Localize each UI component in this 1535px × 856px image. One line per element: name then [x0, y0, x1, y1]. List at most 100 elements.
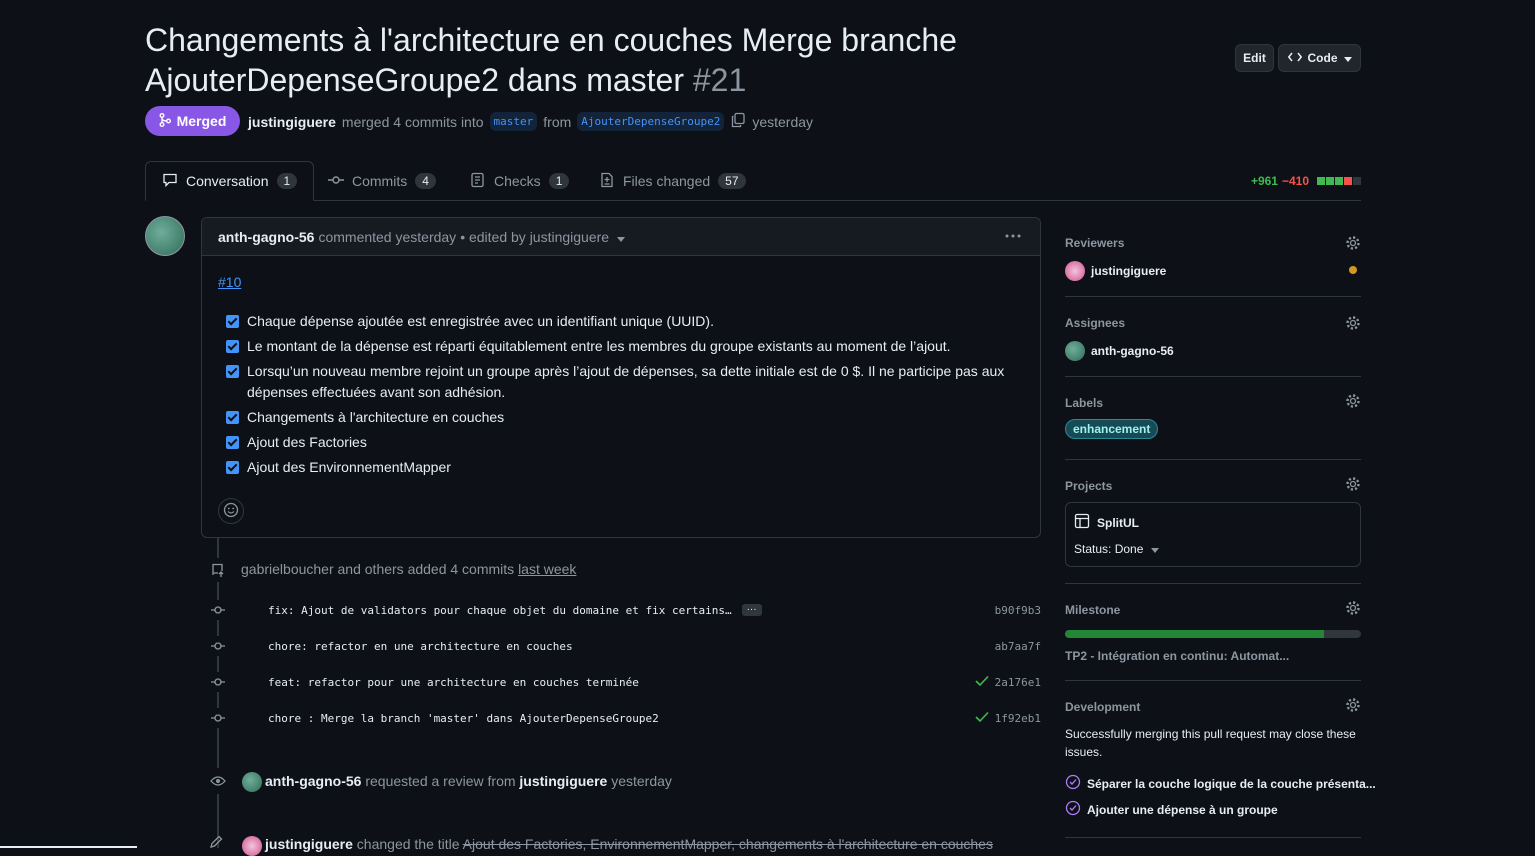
commit-row: feat: refactor pour une architecture en …	[208, 670, 1041, 694]
task-text: Ajout des Factories	[247, 434, 367, 450]
avatar[interactable]	[242, 836, 262, 856]
commit-row: fix: Ajout de validators pour chaque obj…	[208, 598, 1041, 622]
issue-link[interactable]: #10	[218, 274, 241, 290]
milestone-name[interactable]: TP2 - Intégration en continu: Automat...	[1065, 649, 1289, 663]
tab-checks[interactable]: Checks 1	[454, 161, 585, 201]
diffstat-blocks	[1316, 174, 1361, 188]
task-checkbox[interactable]	[226, 436, 239, 449]
task-item: Ajout des EnvironnementMapper	[226, 457, 1016, 478]
projects-heading[interactable]: Projects	[1065, 479, 1112, 493]
project-status-dropdown[interactable]: Status: Done	[1074, 542, 1160, 556]
gear-icon[interactable]	[1345, 315, 1361, 331]
task-checkbox[interactable]	[226, 365, 239, 378]
milestone-heading[interactable]: Milestone	[1065, 603, 1120, 617]
commit-sha-text: b90f9b3	[994, 603, 1041, 617]
base-branch[interactable]: master	[489, 112, 538, 131]
commit-sha[interactable]: 2a176e1	[975, 675, 1041, 690]
comment-author-avatar[interactable]	[145, 216, 185, 256]
commit-icon	[208, 672, 228, 692]
tab-conversation[interactable]: Conversation 1	[145, 161, 315, 201]
milestone-progress-bar	[1065, 630, 1361, 638]
commits-author[interactable]: gabrielboucher	[241, 561, 334, 577]
commit-message[interactable]: fix: Ajout de validators pour chaque obj…	[268, 604, 732, 617]
merged-badge: Merged	[145, 106, 240, 136]
comment-author[interactable]: anth-gagno-56	[218, 229, 314, 245]
tab-conversation-label: Conversation	[186, 173, 269, 189]
diffstat-deletions: −410	[1281, 174, 1309, 188]
reviewers-heading[interactable]: Reviewers	[1065, 236, 1124, 250]
task-item: Ajout des Factories	[226, 432, 1016, 453]
copy-icon[interactable]	[730, 112, 746, 131]
rename-old-title: Ajout des Factories, EnvironnementMapper…	[462, 836, 993, 852]
head-branch[interactable]: AjouterDepenseGroupe2	[577, 112, 725, 131]
chevron-down-icon[interactable]	[617, 229, 626, 245]
commit-message[interactable]: feat: refactor pour une architecture en …	[268, 676, 639, 689]
labels-heading[interactable]: Labels	[1065, 396, 1103, 410]
gear-icon[interactable]	[1345, 393, 1361, 409]
code-icon	[1287, 51, 1302, 66]
linked-issue[interactable]: Séparer la couche logique de la couche p…	[1065, 774, 1376, 793]
sidebar-divider	[1065, 376, 1361, 377]
commit-sha[interactable]: 1f92eb1	[975, 711, 1041, 726]
assignee-item[interactable]: anth-gagno-56	[1065, 341, 1174, 361]
merged-label: Merged	[176, 113, 227, 129]
check-icon[interactable]	[975, 711, 989, 726]
sidebar-divider	[1065, 680, 1361, 681]
avatar	[1065, 341, 1085, 361]
commit-sha[interactable]: b90f9b3	[995, 604, 1041, 617]
commit-sha-text: 1f92eb1	[994, 711, 1041, 725]
edit-button[interactable]: Edit	[1235, 44, 1274, 72]
linked-issue-title: Ajouter une dépense à un groupe	[1087, 802, 1278, 817]
task-checkbox[interactable]	[226, 461, 239, 474]
assignees-heading[interactable]: Assignees	[1065, 316, 1125, 330]
code-label: Code	[1307, 51, 1338, 65]
commit-icon	[328, 172, 344, 191]
chevron-down-icon	[1343, 51, 1352, 65]
expand-commit-button[interactable]: ···	[741, 604, 762, 616]
commit-message[interactable]: chore : Merge la branch 'master' dans Aj…	[268, 712, 659, 725]
assignee-name: anth-gagno-56	[1091, 344, 1174, 358]
kebab-menu-icon[interactable]	[1004, 228, 1022, 247]
pr-number: #21	[692, 62, 747, 98]
commit-icon	[208, 600, 228, 620]
tab-checks-label: Checks	[494, 173, 541, 189]
gear-icon[interactable]	[1345, 697, 1361, 713]
commits-time[interactable]: last week	[518, 561, 576, 577]
title-change-event: justingiguere changed the title Ajout de…	[265, 836, 993, 852]
gear-icon[interactable]	[1345, 600, 1361, 616]
review-target[interactable]: justingiguere	[519, 773, 607, 789]
task-checkbox[interactable]	[226, 340, 239, 353]
task-checkbox[interactable]	[226, 315, 239, 328]
tab-files-changed[interactable]: Files changed 57	[583, 161, 762, 201]
tab-conversation-count: 1	[276, 173, 298, 189]
gear-icon[interactable]	[1345, 235, 1361, 251]
commit-sha[interactable]: ab7aa7f	[995, 640, 1041, 653]
tab-commits-label: Commits	[352, 173, 408, 189]
tab-commits[interactable]: Commits 4	[312, 161, 452, 201]
task-item: Lorsqu’un nouveau membre rejoint un grou…	[226, 361, 1016, 403]
reviewer-item[interactable]: justingiguere	[1065, 261, 1166, 281]
linked-issue[interactable]: Ajouter une dépense à un groupe	[1065, 800, 1278, 819]
development-heading[interactable]: Development	[1065, 700, 1140, 714]
avatar[interactable]	[242, 772, 262, 792]
pending-review-dot	[1349, 266, 1357, 274]
task-checkbox[interactable]	[226, 411, 239, 424]
issue-closed-icon	[1065, 774, 1081, 793]
pr-author-link[interactable]: justingiguere	[248, 114, 336, 130]
comment-edited[interactable]: • edited by justingiguere	[460, 229, 609, 245]
tab-commits-count: 4	[415, 173, 436, 189]
sidebar-divider	[1065, 583, 1361, 584]
label-badge[interactable]: enhancement	[1065, 419, 1159, 439]
check-icon[interactable]	[975, 675, 989, 690]
code-button[interactable]: Code	[1278, 44, 1361, 72]
project-item[interactable]: SplitUL	[1074, 513, 1139, 532]
commit-icon	[208, 708, 228, 728]
task-text: Lorsqu’un nouveau membre rejoint un grou…	[247, 363, 1005, 400]
gear-icon[interactable]	[1345, 476, 1361, 492]
commit-message[interactable]: chore: refactor en une architecture en c…	[268, 640, 573, 653]
rename-actor[interactable]: justingiguere	[265, 836, 353, 852]
avatar	[1065, 261, 1085, 281]
add-reaction-button[interactable]	[218, 498, 244, 524]
rename-text: changed the title	[356, 836, 460, 852]
review-actor[interactable]: anth-gagno-56	[265, 773, 361, 789]
